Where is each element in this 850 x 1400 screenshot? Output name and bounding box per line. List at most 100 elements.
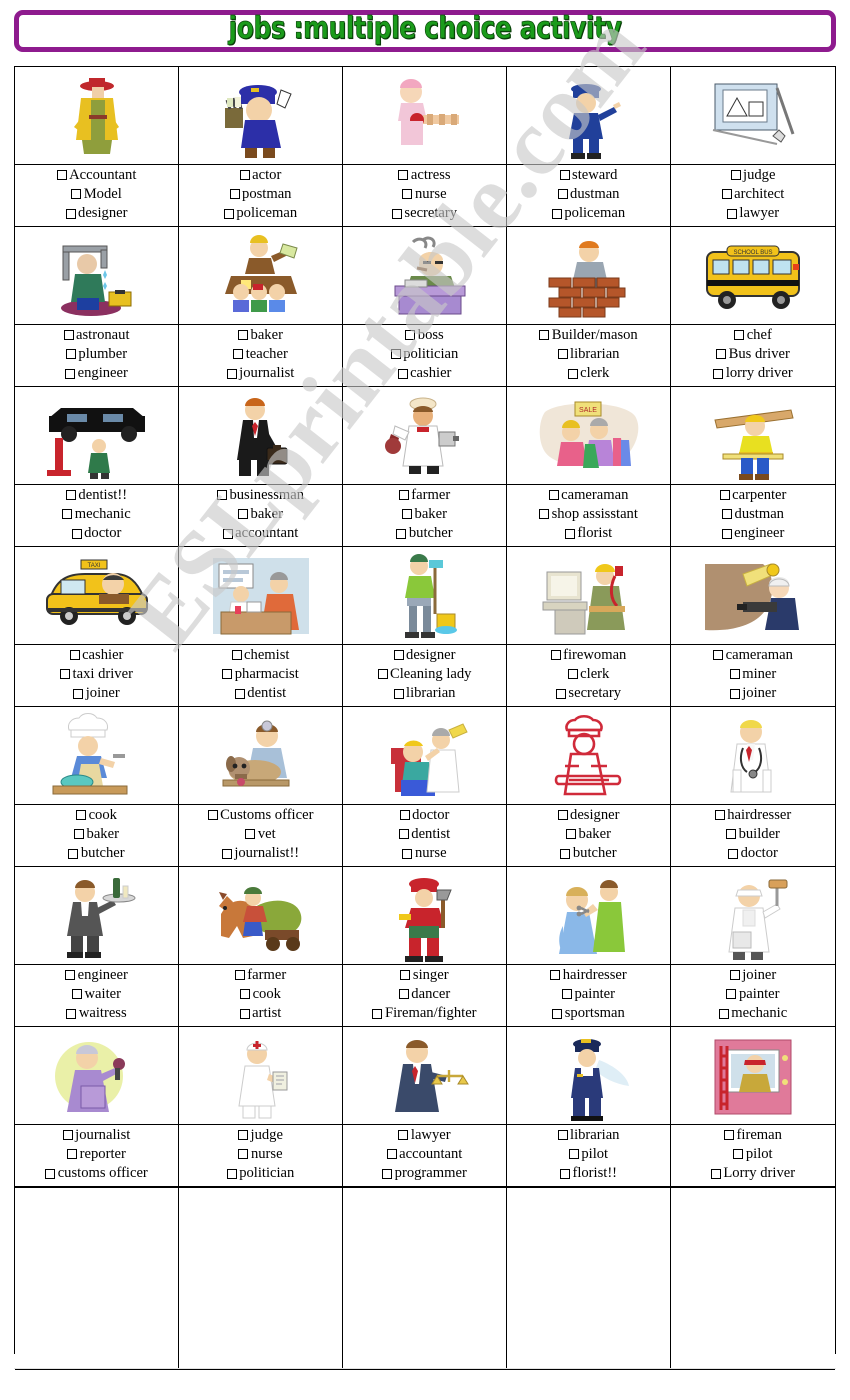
option-item[interactable]: dentist [234,684,286,703]
checkbox-empty-icon[interactable] [372,1008,383,1019]
option-item[interactable]: florist [564,524,612,543]
option-item[interactable]: politician [390,345,458,364]
option-item[interactable]: journalist!! [221,844,299,863]
checkbox-empty-icon[interactable] [229,189,240,200]
blank-cell[interactable] [179,1188,343,1370]
checkbox-empty-icon[interactable] [548,490,559,501]
checkbox-empty-icon[interactable] [567,669,578,680]
option-item[interactable]: engineer [65,364,128,383]
checkbox-empty-icon[interactable] [239,1008,250,1019]
option-item[interactable]: teacher [233,345,288,364]
option-item[interactable]: hairdresser [714,806,791,825]
checkbox-empty-icon[interactable] [67,1149,78,1160]
option-item[interactable]: cashier [69,646,123,665]
checkbox-empty-icon[interactable] [74,829,85,840]
checkbox-empty-icon[interactable] [245,829,256,840]
option-item[interactable]: Accountant [56,166,136,185]
checkbox-empty-icon[interactable] [62,1130,73,1141]
option-item[interactable]: steward [559,166,617,185]
option-item[interactable]: boss [405,326,444,345]
checkbox-empty-icon[interactable] [402,848,413,859]
checkbox-empty-icon[interactable] [238,509,249,520]
checkbox-empty-icon[interactable] [76,810,87,821]
checkbox-empty-icon[interactable] [728,848,739,859]
checkbox-empty-icon[interactable] [397,368,408,379]
option-item[interactable]: cameraman [548,486,628,505]
option-item[interactable]: librarian [557,345,619,364]
checkbox-empty-icon[interactable] [559,170,570,181]
checkbox-empty-icon[interactable] [398,989,409,1000]
option-item[interactable]: judge [238,1126,283,1145]
checkbox-empty-icon[interactable] [567,368,578,379]
option-item[interactable]: clerk [567,364,609,383]
checkbox-empty-icon[interactable] [238,1130,249,1141]
checkbox-empty-icon[interactable] [402,189,413,200]
option-item[interactable]: astronaut [63,326,130,345]
option-item[interactable]: carpenter [719,486,786,505]
checkbox-empty-icon[interactable] [69,650,80,661]
checkbox-empty-icon[interactable] [226,368,237,379]
checkbox-empty-icon[interactable] [721,189,732,200]
checkbox-empty-icon[interactable] [733,1149,744,1160]
checkbox-empty-icon[interactable] [402,509,413,520]
option-item[interactable]: Model [71,185,122,204]
checkbox-empty-icon[interactable] [550,650,561,661]
checkbox-empty-icon[interactable] [726,829,737,840]
option-item[interactable]: cashier [397,364,451,383]
checkbox-empty-icon[interactable] [557,189,568,200]
option-item[interactable]: nurse [402,185,447,204]
option-item[interactable]: baker [74,825,119,844]
option-item[interactable]: pilot [733,1145,773,1164]
option-item[interactable]: policeman [551,204,625,223]
option-item[interactable]: actor [239,166,281,185]
option-item[interactable]: pharmacist [222,665,299,684]
option-item[interactable]: butcher [68,844,125,863]
option-item[interactable]: Fireman/fighter [372,1004,477,1023]
blank-cell[interactable] [15,1188,179,1370]
blank-cell[interactable] [671,1188,835,1370]
option-item[interactable]: lawyer [726,204,779,223]
checkbox-empty-icon[interactable] [721,528,732,539]
option-item[interactable]: chef [734,326,772,345]
option-item[interactable]: dancer [398,985,450,1004]
checkbox-empty-icon[interactable] [400,970,411,981]
checkbox-empty-icon[interactable] [539,330,550,341]
option-item[interactable]: clerk [567,665,609,684]
checkbox-empty-icon[interactable] [713,368,724,379]
option-item[interactable]: secretary [391,204,457,223]
checkbox-empty-icon[interactable] [722,509,733,520]
option-item[interactable]: doctor [399,806,449,825]
option-item[interactable]: builder [726,825,780,844]
checkbox-empty-icon[interactable] [231,650,242,661]
checkbox-empty-icon[interactable] [719,490,730,501]
option-item[interactable]: taxi driver [60,665,133,684]
option-item[interactable]: Customs officer [207,806,313,825]
option-item[interactable]: farmer [234,966,286,985]
option-item[interactable]: vet [245,825,276,844]
option-item[interactable]: journalist [226,364,294,383]
checkbox-empty-icon[interactable] [729,688,740,699]
checkbox-empty-icon[interactable] [207,810,218,821]
checkbox-empty-icon[interactable] [234,970,245,981]
option-item[interactable]: lorry driver [713,364,793,383]
checkbox-empty-icon[interactable] [729,669,740,680]
option-item[interactable]: shop assisstant [539,505,638,524]
checkbox-empty-icon[interactable] [398,829,409,840]
checkbox-empty-icon[interactable] [73,688,84,699]
option-item[interactable]: reporter [67,1145,126,1164]
option-item[interactable]: Builder/mason [539,326,638,345]
option-item[interactable]: painter [726,985,780,1004]
checkbox-empty-icon[interactable] [240,989,251,1000]
checkbox-empty-icon[interactable] [239,170,250,181]
option-item[interactable]: doctor [728,844,778,863]
option-item[interactable]: butcher [396,524,453,543]
checkbox-empty-icon[interactable] [729,970,740,981]
option-item[interactable]: hairdresser [550,966,627,985]
checkbox-empty-icon[interactable] [393,650,404,661]
option-item[interactable]: mechanic [718,1004,787,1023]
option-item[interactable]: miner [729,665,776,684]
checkbox-empty-icon[interactable] [45,1168,56,1179]
checkbox-empty-icon[interactable] [734,330,745,341]
checkbox-empty-icon[interactable] [238,1149,249,1160]
option-item[interactable]: designer [393,646,455,665]
